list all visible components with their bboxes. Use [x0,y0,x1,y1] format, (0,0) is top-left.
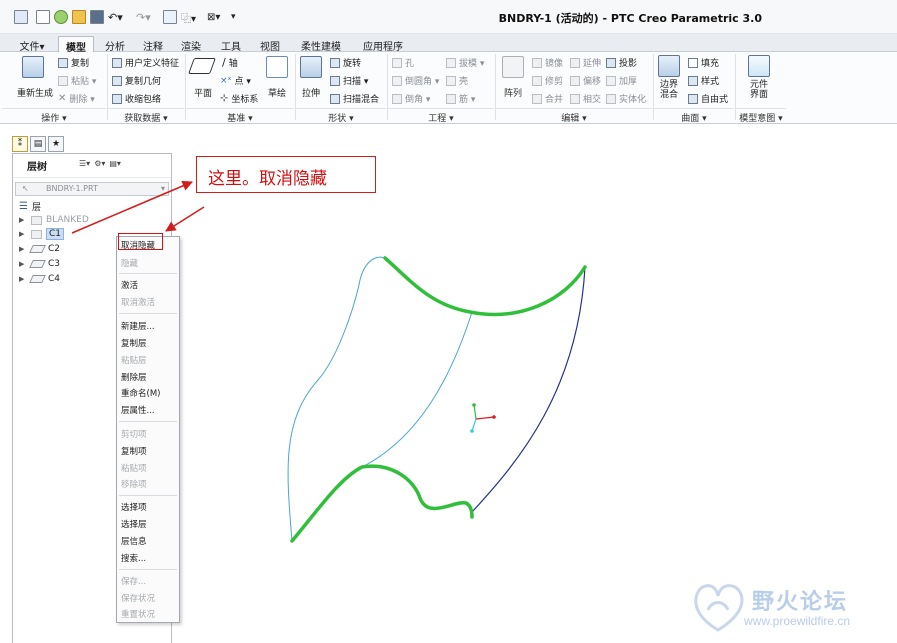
menu-item-copy-layer[interactable]: 复制层 [121,337,147,349]
menu-item-remove-items[interactable]: 移除项 [121,478,147,490]
menu-item-new-layer[interactable]: 新建层... [121,320,155,332]
surface-boundary-curve[interactable] [287,256,387,542]
menu-divider [119,569,177,570]
menu-item-save[interactable]: 保存... [121,575,146,587]
menu-divider [119,313,177,314]
menu-item-paste-items[interactable]: 粘贴项 [121,462,147,474]
menu-divider [119,495,177,496]
menu-item-select-layers[interactable]: 选择层 [121,518,147,530]
boundary-curve-top[interactable] [383,256,587,317]
menu-item-layer-info[interactable]: 层信息 [121,535,147,547]
layer-context-menu: 取消隐藏 隐藏 激活 取消激活 新建层... 复制层 粘贴层 删除层 重命名(M… [116,236,180,623]
menu-item-hide[interactable]: 隐藏 [121,257,138,269]
watermark-logo [694,584,744,632]
surface-edge-curve[interactable] [471,266,586,513]
csys-triad-icon [470,403,496,433]
menu-item-cut-items[interactable]: 剪切项 [121,428,147,440]
watermark-text: 野火论坛 [752,590,849,615]
menu-item-activate[interactable]: 激活 [121,279,138,291]
menu-item-paste-layer[interactable]: 粘贴层 [121,354,147,366]
menu-item-save-status[interactable]: 保存状况 [121,592,155,604]
menu-item-delete-layer[interactable]: 删除层 [121,371,147,383]
menu-item-deactivate[interactable]: 取消激活 [121,296,155,308]
menu-item-reset-status[interactable]: 重置状况 [121,608,155,620]
menu-item-select-items[interactable]: 选择项 [121,501,147,513]
menu-item-copy-items[interactable]: 复制项 [121,445,147,457]
annotation-highlight-box [118,233,163,250]
menu-item-search[interactable]: 搜索... [121,552,146,564]
annotation-arrow [165,206,205,232]
menu-divider [119,273,177,274]
menu-item-layer-properties[interactable]: 层属性... [121,404,155,416]
annotation-callout: 这里。取消隐藏 [196,156,376,193]
surface-interior-curve[interactable] [361,311,473,468]
boundary-curve-bottom[interactable] [290,464,474,543]
watermark-url: www.proewildfire.cn [744,614,851,628]
menu-item-rename[interactable]: 重命名(M) [121,387,160,399]
menu-divider [119,421,177,422]
